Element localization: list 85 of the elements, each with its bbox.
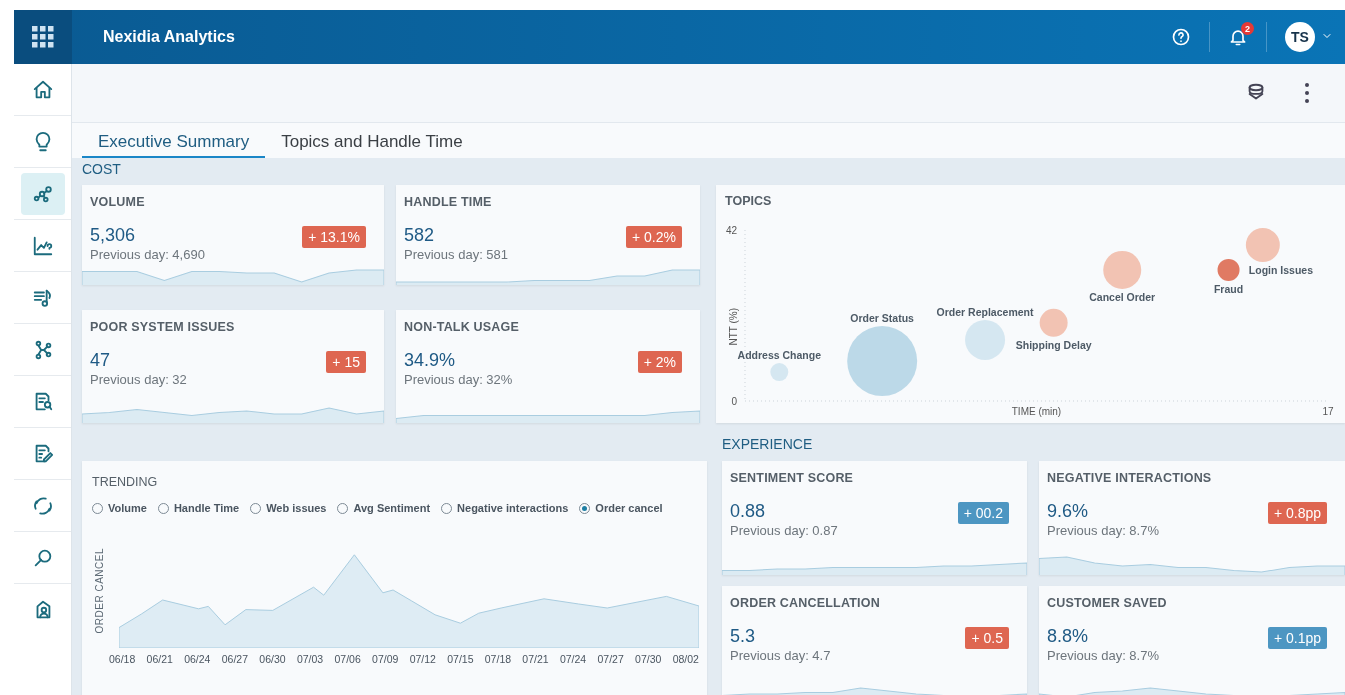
radio-label[interactable]: Handle Time xyxy=(173,502,240,514)
kpi-value: 34.9% xyxy=(404,350,457,371)
kpi-value: 0.88 xyxy=(730,501,767,522)
chart-title: TOPICS xyxy=(724,193,773,208)
kpi-value: 47 xyxy=(90,350,112,371)
previous-day-text: Previous day: 581 xyxy=(404,247,509,262)
previous-day-text: Previous day: 8.7% xyxy=(1047,648,1159,663)
tick-label: 17 xyxy=(1322,406,1334,417)
tick-label: 42 xyxy=(725,225,737,236)
kpi-value: 9.6% xyxy=(1047,501,1090,522)
kpi-title: ORDER CANCELLATION xyxy=(730,596,881,610)
app-grid-icon[interactable] xyxy=(32,26,54,48)
axis-label: 06/18 xyxy=(109,653,136,665)
previous-day-text: Previous day: 4.7 xyxy=(730,648,831,663)
kpi-title: SENTIMENT SCORE xyxy=(730,471,855,485)
previous-day-text: Previous day: 0.87 xyxy=(730,523,838,538)
bubble-label: Login Issues xyxy=(1248,264,1314,277)
previous-day-text: Previous day: 32% xyxy=(404,372,513,387)
axis-label: 07/15 xyxy=(447,653,474,665)
axis-label: 06/30 xyxy=(259,653,286,665)
app-title: Nexidia Analytics xyxy=(103,28,235,45)
change-badge: + 0.8pp xyxy=(1267,502,1327,524)
radio-label[interactable]: Avg Sentiment xyxy=(353,502,431,514)
section-title: COST xyxy=(82,160,122,179)
change-badge: + 2% xyxy=(637,351,682,373)
axis-title: TIME (min) xyxy=(1011,406,1062,417)
kpi-value: 582 xyxy=(404,225,436,246)
axis-label: 07/27 xyxy=(597,653,624,665)
axis-label: 06/24 xyxy=(184,653,211,665)
kpi-title: NEGATIVE INTERACTIONS xyxy=(1047,471,1213,485)
bubble-label: Shipping Delay xyxy=(1015,338,1092,351)
kpi-title: NON-TALK USAGE xyxy=(404,320,521,334)
kpi-value: 5.3 xyxy=(730,626,757,647)
chart-question-icon xyxy=(31,234,54,257)
help-icon xyxy=(1171,27,1191,47)
more-options-icon[interactable] xyxy=(1305,83,1309,103)
change-badge: + 0.5 xyxy=(965,627,1009,649)
previous-day-text: Previous day: 32 xyxy=(90,372,187,387)
bubble-label: Fraud xyxy=(1213,282,1244,295)
kpi-value: 8.8% xyxy=(1047,626,1090,647)
axis-title: ORDER CANCEL xyxy=(94,547,105,633)
change-badge: + 13.1% xyxy=(302,226,366,248)
tick-label: 0 xyxy=(731,396,737,407)
radio-label[interactable]: Volume xyxy=(108,502,147,514)
tab[interactable]: Topics and Handle Time xyxy=(265,123,479,158)
axis-label: 07/09 xyxy=(372,653,399,665)
previous-day-text: Previous day: 8.7% xyxy=(1047,523,1159,538)
axis-label: 07/06 xyxy=(334,653,361,665)
notification-badge: 2 xyxy=(1241,22,1254,35)
previous-day-text: Previous day: 4,690 xyxy=(90,247,205,262)
axis-label: 07/18 xyxy=(484,653,512,665)
axis-label: 06/27 xyxy=(221,653,248,665)
user-avatar[interactable]: TS xyxy=(1285,22,1315,52)
tab[interactable]: Executive Summary xyxy=(82,123,266,158)
radio-label[interactable]: Order cancel xyxy=(595,502,663,514)
kpi-title: VOLUME xyxy=(90,195,146,209)
bubble-label: Cancel Order xyxy=(1089,290,1156,303)
section-title: EXPERIENCE xyxy=(722,435,814,454)
bubble-label: Address Change xyxy=(737,349,821,362)
change-badge: + 0.1pp xyxy=(1267,627,1327,649)
change-badge: + 0.2% xyxy=(626,226,682,248)
card-title: TRENDING xyxy=(91,474,159,489)
kpi-title: CUSTOMER SAVED xyxy=(1047,596,1168,610)
kpi-title: POOR SYSTEM ISSUES xyxy=(90,320,236,334)
axis-label: 07/12 xyxy=(409,653,436,665)
axis-label: 08/02 xyxy=(672,653,699,665)
axis-label: 07/30 xyxy=(635,653,662,665)
bubble-label: Order Status xyxy=(850,312,914,325)
radio-label[interactable]: Web issues xyxy=(266,502,327,514)
axis-label: 07/21 xyxy=(522,653,549,665)
change-badge: + 00.2 xyxy=(957,502,1009,524)
circular-arrows-icon xyxy=(31,494,54,517)
axis-label: 06/21 xyxy=(146,653,173,665)
axis-label: 07/03 xyxy=(296,653,324,665)
bell-icon xyxy=(1228,27,1248,47)
bubble-label: Order Replacement xyxy=(936,305,1034,318)
axis-label: 07/24 xyxy=(559,653,587,665)
topic-bubble[interactable] xyxy=(1217,258,1240,281)
radio-label[interactable]: Negative interactions xyxy=(457,502,569,514)
kpi-value: 5,306 xyxy=(90,225,137,246)
change-badge: + 15 xyxy=(326,351,366,373)
kpi-title: HANDLE TIME xyxy=(404,195,493,209)
sidebar-button[interactable] xyxy=(20,172,65,215)
axis-title: NTT (%) xyxy=(728,307,739,346)
home-icon xyxy=(31,78,54,101)
